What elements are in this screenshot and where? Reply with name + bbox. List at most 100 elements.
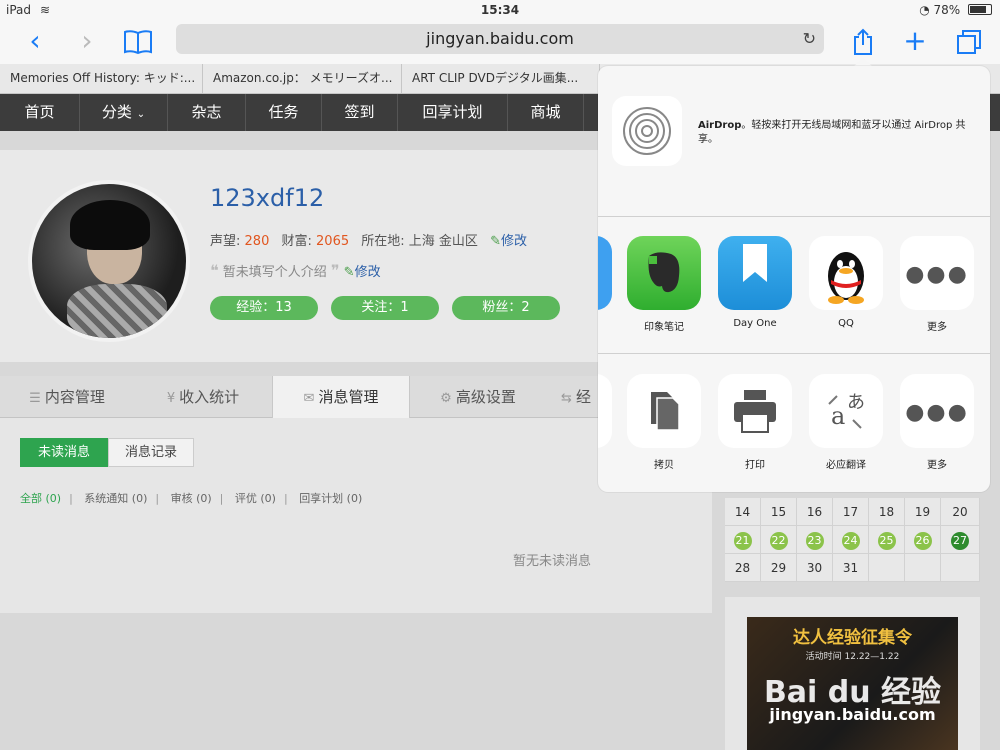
tabs-button[interactable]: [954, 26, 984, 58]
share-button[interactable]: [850, 26, 876, 58]
filter-award[interactable]: 评优 (0): [235, 492, 276, 505]
action-partial[interactable]: [598, 374, 612, 448]
action-label: 更多: [927, 460, 947, 471]
edit-location-link[interactable]: ✎修改: [490, 234, 527, 249]
tab-advanced[interactable]: ⚙ 高级设置: [410, 376, 546, 418]
nav-tasks[interactable]: 任务: [246, 94, 322, 131]
nav-home[interactable]: 首页: [0, 94, 80, 131]
filter-review[interactable]: 审核 (0): [171, 492, 212, 505]
bookmark-item[interactable]: Amazon.co.jp： メモリーズオ...: [203, 64, 402, 94]
followers-badge[interactable]: 粉丝：2: [452, 296, 560, 320]
share-app-more[interactable]: ●●● 更多: [899, 236, 975, 333]
calendar-day[interactable]: 15: [761, 498, 797, 526]
divider: [598, 353, 990, 354]
calendar-day: [905, 554, 941, 582]
nav-checkin[interactable]: 签到: [322, 94, 398, 131]
action-label: 拷贝: [654, 460, 674, 471]
profile-stats: 声望: 280 财富: 2065 所在地: 上海 金山区 ✎修改: [210, 230, 527, 249]
new-tab-button[interactable]: +: [900, 26, 930, 58]
following-badge[interactable]: 关注：1: [331, 296, 439, 320]
tab-content[interactable]: ☰ 内容管理: [0, 376, 134, 418]
calendar-day[interactable]: 19: [905, 498, 941, 526]
calendar-day-checked[interactable]: 21: [725, 526, 761, 554]
action-translate[interactable]: aあ 必应翻译: [808, 374, 884, 471]
action-copy[interactable]: 拷贝: [626, 374, 702, 471]
action-more[interactable]: ●●● 更多: [899, 374, 975, 471]
tab-income[interactable]: ¥ 收入统计: [134, 376, 272, 418]
promo-subtitle: 活动时间 12.22—1.22: [805, 652, 900, 662]
bookmark-item[interactable]: ART CLIP DVDデジタル画集...: [402, 64, 600, 94]
forward-button[interactable]: ›: [74, 26, 100, 58]
share-app-evernote[interactable]: 印象笔记: [626, 236, 702, 333]
tab-messages[interactable]: ✉ 消息管理: [272, 376, 410, 419]
reload-icon[interactable]: ↻: [803, 24, 816, 54]
back-button[interactable]: ‹: [22, 26, 48, 58]
tab-more[interactable]: ⇆ 经: [546, 376, 606, 418]
calendar-day[interactable]: 29: [761, 554, 797, 582]
address-bar[interactable]: jingyan.baidu.com ↻: [176, 24, 824, 54]
rotation-lock-icon: ◔: [919, 3, 930, 17]
battery-percent: 78%: [933, 3, 961, 17]
bookmark-item[interactable]: Memories Off History: キッド:...: [0, 64, 203, 94]
status-bar: iPad ≋ 15:34 ◔ 78%: [0, 0, 1000, 22]
nav-rewards[interactable]: 回享计划: [398, 94, 508, 131]
reputation-value: 280: [244, 234, 270, 249]
mail-icon: ✉: [303, 391, 315, 406]
browser-toolbar: ‹ › jingyan.baidu.com ↻ +: [0, 22, 1000, 64]
nav-mall[interactable]: 商城: [508, 94, 584, 131]
calendar-day-checked[interactable]: 23: [797, 526, 833, 554]
divider: [598, 216, 990, 217]
calendar-day-checked[interactable]: 25: [869, 526, 905, 554]
battery-indicator: ◔ 78%: [919, 3, 992, 17]
share-sheet: AirDrop。轻按来打开无线局域网和蓝牙以通过 AirDrop 共享。 印象笔…: [598, 66, 990, 492]
calendar-day[interactable]: 17: [833, 498, 869, 526]
promo-banner[interactable]: 达人经验征集令 活动时间 12.22—1.22 Bai du 经验 jingya…: [747, 617, 958, 750]
app-partial[interactable]: [598, 236, 612, 310]
app-label: 更多: [927, 322, 947, 333]
promo-url: jingyan.baidu.com: [769, 705, 936, 724]
action-print[interactable]: 打印: [717, 374, 793, 471]
calendar-day[interactable]: 31: [833, 554, 869, 582]
calendar-day[interactable]: 14: [725, 498, 761, 526]
filter-system[interactable]: 系统通知 (0): [84, 492, 147, 505]
tab-label: 收入统计: [179, 388, 240, 406]
calendar-day[interactable]: 20: [941, 498, 980, 526]
battery-icon: [968, 4, 992, 15]
quote-close-icon: ❞: [330, 261, 340, 280]
bookmarks-button[interactable]: [120, 26, 156, 58]
edit-bio-link[interactable]: ✎修改: [344, 265, 381, 280]
calendar-day-today[interactable]: 27: [941, 526, 980, 554]
action-partial-icon: [598, 374, 612, 448]
copy-icon: [627, 374, 701, 448]
location-label: 所在地:: [361, 234, 405, 249]
ad-section: 达人经验征集令 活动时间 12.22—1.22 Bai du 经验 jingya…: [725, 597, 980, 750]
filter-rewards[interactable]: 回享计划 (0): [299, 492, 362, 505]
message-history-tab[interactable]: 消息记录: [108, 438, 194, 467]
airdrop-icon[interactable]: [612, 96, 682, 166]
calendar-day[interactable]: 18: [869, 498, 905, 526]
printer-icon: [718, 374, 792, 448]
nav-category[interactable]: 分类 ⌄: [80, 94, 168, 131]
share-app-qq[interactable]: QQ: [808, 236, 884, 329]
pencil-icon: ✎: [490, 234, 501, 249]
avatar[interactable]: [28, 180, 190, 342]
share-app-dayone[interactable]: Day One: [717, 236, 793, 329]
experience-badge[interactable]: 经验：13: [210, 296, 318, 320]
nav-magazine[interactable]: 杂志: [168, 94, 246, 131]
calendar-day-checked[interactable]: 24: [833, 526, 869, 554]
username[interactable]: 123xdf12: [210, 184, 324, 212]
calendar-day-checked[interactable]: 22: [761, 526, 797, 554]
app-partial-icon: [598, 236, 612, 310]
calendar-day-checked[interactable]: 26: [905, 526, 941, 554]
unread-messages-tab[interactable]: 未读消息: [20, 438, 108, 467]
calendar-day[interactable]: 16: [797, 498, 833, 526]
calendar-day: [869, 554, 905, 582]
filter-all[interactable]: 全部 (0): [20, 492, 61, 505]
more-icon: ●●●: [900, 236, 974, 310]
calendar-day[interactable]: 30: [797, 554, 833, 582]
more-icon: ●●●: [900, 374, 974, 448]
calendar-day[interactable]: 28: [725, 554, 761, 582]
calendar-day: [941, 554, 980, 582]
wealth-label: 财富:: [281, 234, 312, 249]
translate-icon: aあ: [809, 374, 883, 448]
